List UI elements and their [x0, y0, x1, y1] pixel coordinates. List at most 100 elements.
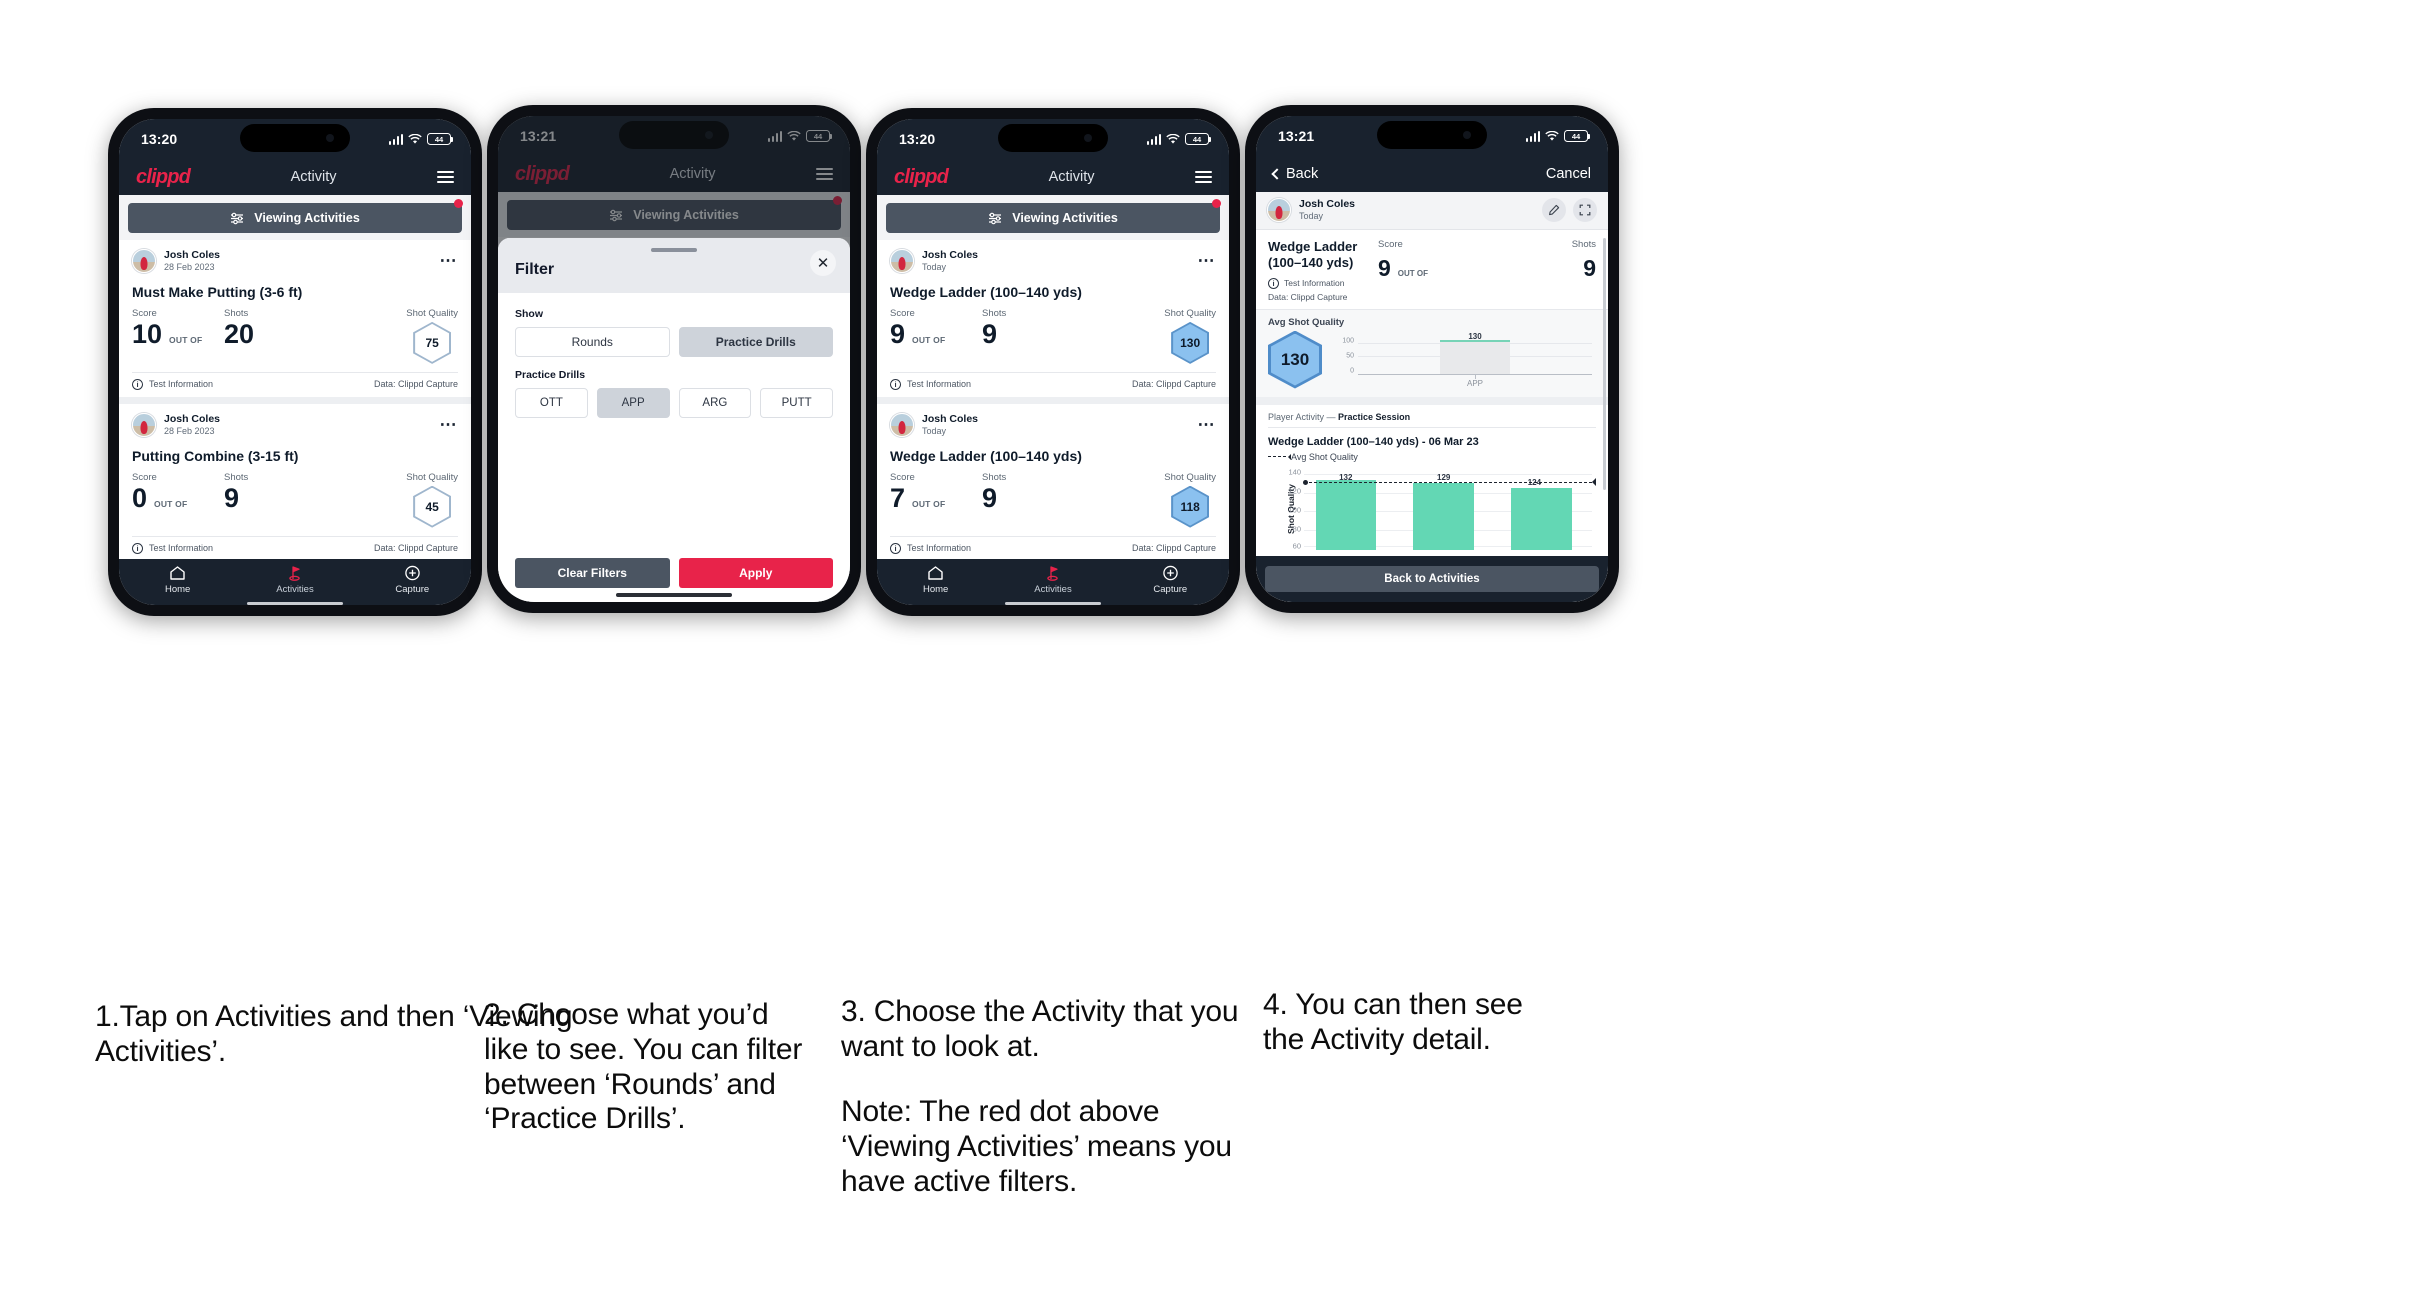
expand-icon[interactable] [1573, 198, 1597, 223]
activity-feed[interactable]: Josh Coles 28 Feb 2023 ⋯ Must Make Putti… [119, 240, 471, 559]
wifi-icon [1545, 130, 1559, 142]
card-overflow-menu-icon[interactable]: ⋯ [440, 252, 459, 269]
close-icon[interactable]: ✕ [810, 250, 836, 276]
apply-button[interactable]: Apply [678, 558, 833, 588]
chart-legend-label: Avg Shot Quality [1291, 451, 1358, 462]
menu-icon[interactable] [436, 170, 454, 184]
detail-shots: Shots 9 [1464, 239, 1596, 302]
card-divider [877, 396, 1229, 404]
detail-info: i Test Information Data: Clippd Capture [1268, 277, 1372, 302]
ytick-100: 100 [1288, 505, 1301, 515]
shots-value: 9 [982, 318, 998, 349]
shots-label: Shots [224, 307, 249, 319]
tab-activities[interactable]: Activities [1018, 565, 1088, 595]
pencil-icon[interactable] [1542, 198, 1566, 223]
metric-score: Score 10 OUT OF [132, 308, 224, 348]
menu-icon[interactable] [1194, 170, 1212, 184]
activity-card[interactable]: Josh Coles Today ⋯ Wedge Ladder (100–140… [877, 403, 1229, 559]
viewing-activities-bar-wrap: Viewing Activities [119, 195, 471, 240]
activity-date: 28 Feb 2023 [164, 425, 215, 436]
activity-feed[interactable]: Josh Coles Today ⋯ Wedge Ladder (100–140… [877, 240, 1229, 559]
score-label: Score [1378, 238, 1403, 250]
score-label: Score [132, 471, 157, 483]
score-value: 7 [890, 482, 906, 513]
shot-quality-label: Shot Quality [1164, 307, 1216, 319]
drill-options: OTT APP ARG PUTT [515, 388, 833, 418]
chevron-left-icon [1271, 168, 1283, 180]
vertical-scrollbar[interactable] [1603, 238, 1606, 490]
avg-shot-quality-label: Avg Shot Quality [1268, 316, 1345, 328]
bottom-tab-bar: Home Activities Capture [877, 559, 1229, 605]
drill-option-putt[interactable]: PUTT [760, 388, 833, 418]
viewing-activities-button[interactable]: Viewing Activities [128, 203, 462, 233]
card-overflow-menu-icon[interactable]: ⋯ [1198, 416, 1217, 433]
avatar [132, 249, 156, 274]
viewing-activities-label: Viewing Activities [1012, 211, 1118, 225]
drill-option-ott[interactable]: OTT [515, 388, 588, 418]
activity-card[interactable]: Josh Coles Today ⋯ Wedge Ladder (100–140… [877, 240, 1229, 397]
activity-card[interactable]: Josh Coles 28 Feb 2023 ⋯ Must Make Putti… [119, 240, 471, 397]
home-icon [927, 565, 944, 581]
bar-3 [1511, 487, 1572, 550]
metric-score: Score 7 OUT OF [890, 472, 982, 512]
clippd-logo[interactable]: clippd [894, 166, 949, 189]
show-option-rounds[interactable]: Rounds [515, 327, 670, 357]
metric-shot-quality: Shot Quality 45 [406, 472, 458, 528]
mini-ytick-50: 50 [1346, 352, 1354, 360]
info-icon[interactable]: i [890, 378, 901, 390]
avatar [1267, 198, 1291, 223]
shots-label: Shots [1571, 238, 1596, 250]
shot-quality-value: 75 [415, 323, 450, 362]
tab-home[interactable]: Home [901, 565, 971, 595]
show-option-practice-drills[interactable]: Practice Drills [678, 327, 833, 357]
viewing-activities-bar-wrap: Viewing Activities [877, 195, 1229, 240]
activity-detail-body[interactable]: Josh Coles Today Wedge Ladder (100–140 y… [1256, 192, 1608, 602]
shot-quality-hexagon: 118 [1171, 485, 1210, 528]
detail-navbar: Back Cancel [1256, 156, 1608, 192]
test-information-label: Test Information [907, 379, 972, 390]
viewing-activities-button[interactable]: Viewing Activities [886, 203, 1220, 233]
clippd-logo[interactable]: clippd [136, 166, 191, 189]
avatar [132, 413, 156, 438]
info-icon[interactable]: i [132, 378, 143, 390]
detail-user-bar: Josh Coles Today [1256, 192, 1608, 230]
active-filters-dot [454, 199, 463, 208]
back-button[interactable]: Back [1271, 166, 1318, 182]
cancel-button[interactable]: Cancel [1546, 166, 1591, 182]
out-of-label: OUT OF [912, 498, 946, 509]
shots-value: 9 [224, 482, 240, 513]
card-metrics: Score 9 OUT OF Shots 9 Shot Quality 130 [890, 308, 1216, 370]
info-icon[interactable]: i [1268, 277, 1279, 289]
phone4-screen: 13:21 44 Back Cancel Josh Coles Today We… [1256, 116, 1608, 602]
clear-filters-button[interactable]: Clear Filters [515, 558, 670, 588]
info-icon[interactable]: i [132, 542, 143, 554]
tab-capture[interactable]: Capture [377, 565, 447, 595]
mini-x-label: APP [1466, 378, 1484, 388]
card-footer: i Test Information Data: Clippd Capture [890, 371, 1216, 397]
card-user: Josh Coles 28 Feb 2023 [132, 413, 220, 438]
drill-option-app[interactable]: APP [596, 388, 670, 418]
metric-shots: Shots 9 [982, 308, 1074, 348]
phone-activities-list: 13:20 44 clippd Activity Viewing Activit… [108, 108, 482, 616]
tab-capture[interactable]: Capture [1135, 565, 1205, 595]
shots-value: 9 [982, 482, 998, 513]
ytick-80: 80 [1292, 524, 1301, 534]
activity-card[interactable]: Josh Coles 28 Feb 2023 ⋯ Putting Combine… [119, 403, 471, 559]
status-icons: 44 [1146, 133, 1212, 145]
player-activity-prefix: Player Activity — [1268, 411, 1339, 422]
detail-activity-title: Wedge Ladder (100–140 yds) [1268, 238, 1358, 270]
data-source-label: Data: Clippd Capture [1268, 291, 1348, 302]
active-filters-dot [1212, 199, 1221, 208]
card-header: Josh Coles 28 Feb 2023 ⋯ [132, 249, 458, 274]
back-to-activities-button[interactable]: Back to Activities [1265, 566, 1599, 592]
card-overflow-menu-icon[interactable]: ⋯ [440, 416, 459, 433]
card-overflow-menu-icon[interactable]: ⋯ [1198, 252, 1217, 269]
tab-home[interactable]: Home [143, 565, 213, 595]
shots-label: Shots [224, 471, 249, 483]
info-icon[interactable]: i [890, 542, 901, 554]
mini-ytick-100: 100 [1342, 337, 1354, 345]
tab-activities[interactable]: Activities [260, 565, 330, 595]
drill-option-arg[interactable]: ARG [678, 388, 752, 418]
metric-shot-quality: Shot Quality 130 [1164, 308, 1216, 364]
shot-quality-hexagon: 75 [413, 321, 452, 364]
